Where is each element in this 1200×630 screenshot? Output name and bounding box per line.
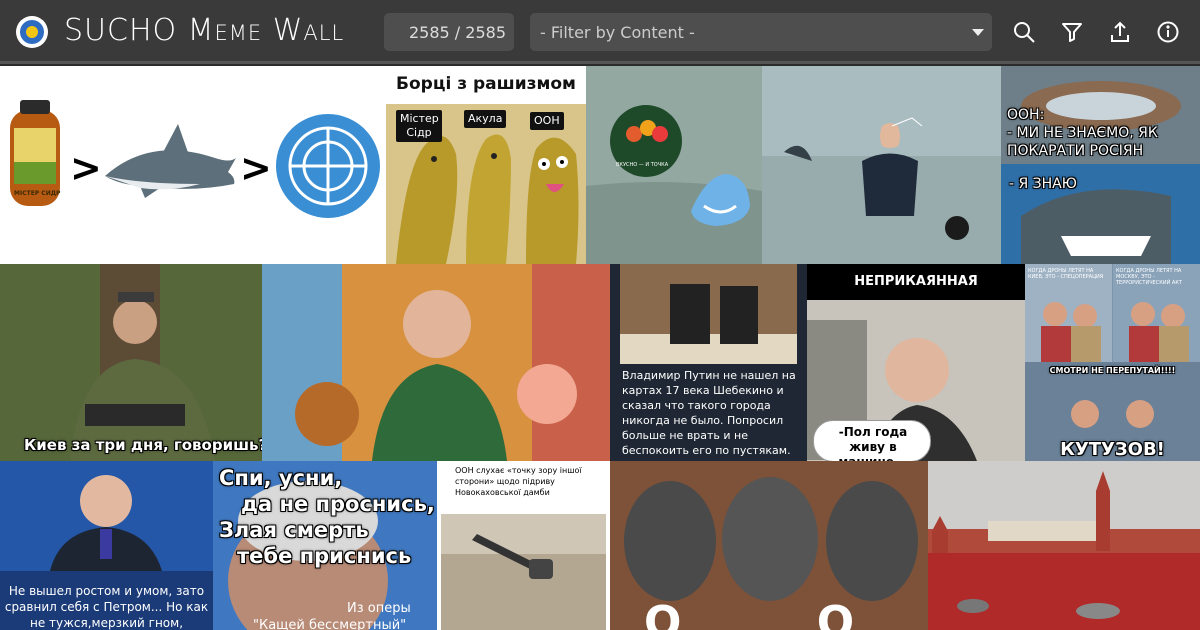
meme-caption: ООН слухає «точку зору іншої сторони» що…: [455, 466, 582, 497]
meme-image-kutuzov: [1025, 264, 1200, 461]
caption-top-right: КОГДА ДРОНЫ ЛЕТЯТ НА МОСКВУ, ЭТО - ТЕРРО…: [1116, 268, 1182, 286]
caption-top-left: КОГДА ДРОНЫ ЛЕТЯТ НА КИЕВ, ЭТО - СПЕЦОПЕ…: [1028, 268, 1104, 280]
filter-icon: [1062, 23, 1082, 42]
meme-tile-putin-gnome[interactable]: Не вышел ростом и умом, зато сравнил себ…: [0, 461, 213, 630]
meme-image-vkusno-shark: [586, 66, 762, 264]
meme-tile-un-shark[interactable]: ООН: - МИ НЕ ЗНАЄМО, ЯК ПОКАРАТИ РОСІЯН …: [1001, 66, 1200, 264]
meme-caption: Владимир Путин не нашел на картах 17 век…: [622, 369, 796, 457]
label-mister-cider: Містер Сідр: [396, 110, 442, 142]
label-un: ООН: [530, 112, 564, 130]
meme-tile-cider-shark-un[interactable]: > > МІСТЕР СИДР: [0, 66, 386, 264]
meme-image-putin-map: [620, 264, 797, 364]
meme-image-un-shark: [1001, 66, 1200, 264]
caption-bottom: КУТУЗОВ!: [1060, 439, 1165, 460]
meme-image-man-in-water: [762, 66, 1001, 264]
upload-button[interactable]: [1108, 20, 1132, 44]
meme-tile-kutuzov[interactable]: КОГДА ДРОНЫ ЛЕТЯТ НА КИЕВ, ЭТО - СПЕЦОПЕ…: [1025, 264, 1200, 461]
meme-tile-three-monkeys[interactable]: О О Н: [610, 461, 928, 630]
filter-select-label: - Filter by Content -: [540, 22, 695, 42]
search-button[interactable]: [1012, 20, 1036, 44]
meme-caption: Не вышел ростом и умом, зато сравнил себ…: [4, 584, 209, 630]
meme-image-red-kremlin: [928, 461, 1200, 630]
lyric-line-1: Спи, усни,: [219, 466, 343, 490]
caption-middle: СМОТРИ НЕ ПЕРЕПУТАЙ!!!!: [1049, 366, 1176, 375]
app-title: SUCHO Meme Wall: [64, 13, 345, 48]
info-icon: [1157, 21, 1179, 43]
label-shark: Акула: [464, 110, 507, 128]
meme-image-cider-shark-un: > >: [10, 100, 380, 218]
app-header: SUCHO Meme Wall 2585 / 2585 - Filter by …: [0, 0, 1200, 64]
filter-button[interactable]: [1060, 20, 1084, 44]
upload-icon: [1111, 21, 1129, 42]
meme-tile-dragons[interactable]: Борці з рашизмом Містер Сідр Акула ООН: [386, 66, 586, 264]
meme-tile-un-listens[interactable]: ООН слухає «точку зору іншої сторони» що…: [437, 461, 610, 630]
meme-image-general-puppets: [262, 264, 610, 461]
meme-title: НЕПРИКАЯННАЯ: [854, 274, 978, 289]
gt-sign: >: [240, 146, 272, 190]
chevron-down-icon: [972, 29, 984, 36]
meme-caption-bottom: - Я ЗНАЮ: [1009, 176, 1077, 192]
search-icon: [1014, 22, 1035, 43]
meme-image-un-listens: [441, 514, 606, 630]
meme-tile-vkusno-shark[interactable]: ВКУСНО — И ТОЧКА: [586, 66, 762, 264]
meme-tile-red-kremlin[interactable]: [928, 461, 1200, 630]
meme-tile-man-in-water[interactable]: [762, 66, 1001, 264]
lyric-line-4: тебе приснись: [237, 544, 412, 568]
meme-tile-woman-car[interactable]: НЕПРИКАЯННАЯ -Пол года живу в машине...: [807, 264, 1025, 461]
cider-label: МІСТЕР СИДР: [14, 190, 61, 197]
opera-source-1: Из оперы: [347, 601, 411, 616]
opera-source-2: "Кащей бессмертный": [253, 618, 407, 630]
meme-tile-koschei[interactable]: Спи, усни, да не проснись, Злая смерть т…: [213, 461, 437, 630]
lyric-line-3: Злая смерть: [219, 518, 369, 542]
meme-counter: 2585 / 2585: [384, 13, 514, 51]
meme-tile-general-puppets[interactable]: [262, 264, 610, 461]
info-button[interactable]: [1156, 20, 1180, 44]
meme-image-soldier: [0, 264, 262, 461]
vkusno-badge: ВКУСНО — И ТОЧКА: [616, 162, 669, 168]
gt-sign: >: [70, 146, 102, 190]
meme-letters: О О Н: [644, 597, 928, 630]
filter-by-content-select[interactable]: - Filter by Content -: [530, 13, 992, 51]
meme-image-putin-gnome: [0, 461, 213, 571]
meme-tile-soldier[interactable]: Киев за три дня, говоришь?: [0, 264, 262, 461]
speech-bubble: -Пол года живу в машине...: [838, 425, 908, 461]
lyric-line-2: да не проснись,: [241, 492, 435, 516]
meme-tile-putin-map[interactable]: Владимир Путин не нашел на картах 17 век…: [610, 264, 807, 461]
sucho-logo: [16, 16, 48, 48]
meme-caption-top: ООН: - МИ НЕ ЗНАЄМО, ЯК ПОКАРАТИ РОСІЯН: [1007, 107, 1158, 159]
meme-caption: Киев за три дня, говоришь?: [24, 436, 262, 454]
meme-title: Борці з рашизмом: [396, 74, 576, 94]
